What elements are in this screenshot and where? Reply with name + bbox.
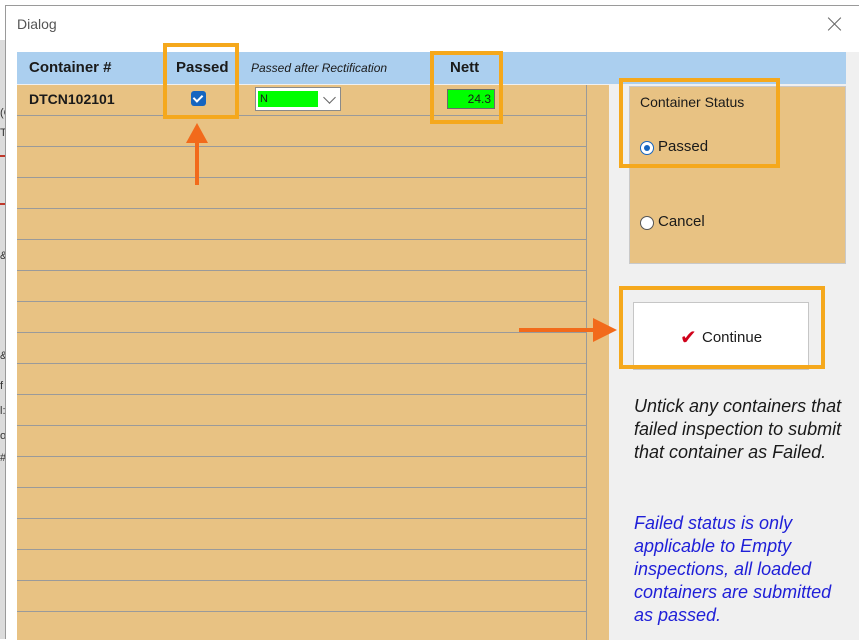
header-container: Container # [29, 59, 112, 76]
radio-passed-label[interactable]: Passed [658, 138, 708, 155]
header-passed: Passed [176, 59, 229, 76]
container-grid: DTCN102101 N 24.3 [17, 85, 609, 640]
nett-field[interactable]: 24.3 [447, 89, 495, 109]
failed-status-note: Failed status is only applicable to Empt… [634, 513, 832, 625]
passed-checkbox[interactable] [191, 91, 206, 106]
rectification-value: N [258, 91, 318, 107]
radio-cancel-label[interactable]: Cancel [658, 213, 705, 230]
dialog-window: Dialog Container # Passed Passed after R… [5, 5, 859, 640]
dialog-title: Dialog [17, 16, 57, 32]
bg-text: f [0, 380, 4, 392]
radio-passed[interactable] [640, 141, 654, 155]
radio-cancel[interactable] [640, 216, 654, 230]
close-icon[interactable] [825, 14, 845, 34]
rectification-dropdown[interactable]: N [255, 87, 341, 111]
arrow-right-icon [519, 318, 619, 342]
container-status-group: Container Status Passed Cancel [629, 86, 846, 264]
continue-button[interactable]: ✔ Continue [633, 302, 809, 370]
dialog-content: Container # Passed Passed after Rectific… [17, 52, 859, 640]
grid-scroll-area [587, 85, 609, 640]
header-rectification: Passed after Rectification [251, 61, 388, 75]
arrow-up-icon [186, 123, 208, 185]
status-label: Container Status [640, 94, 745, 110]
header-nett: Nett [450, 59, 480, 76]
table-header: Container # Passed Passed after Rectific… [17, 52, 846, 84]
cell-container-number: DTCN102101 [29, 91, 115, 107]
chevron-down-icon [323, 91, 336, 104]
instruction-note: Untick any containers that failed inspec… [634, 396, 842, 462]
checkmark-icon: ✔ [680, 327, 697, 349]
title-bar: Dialog [6, 6, 859, 42]
continue-label: Continue [702, 329, 763, 346]
